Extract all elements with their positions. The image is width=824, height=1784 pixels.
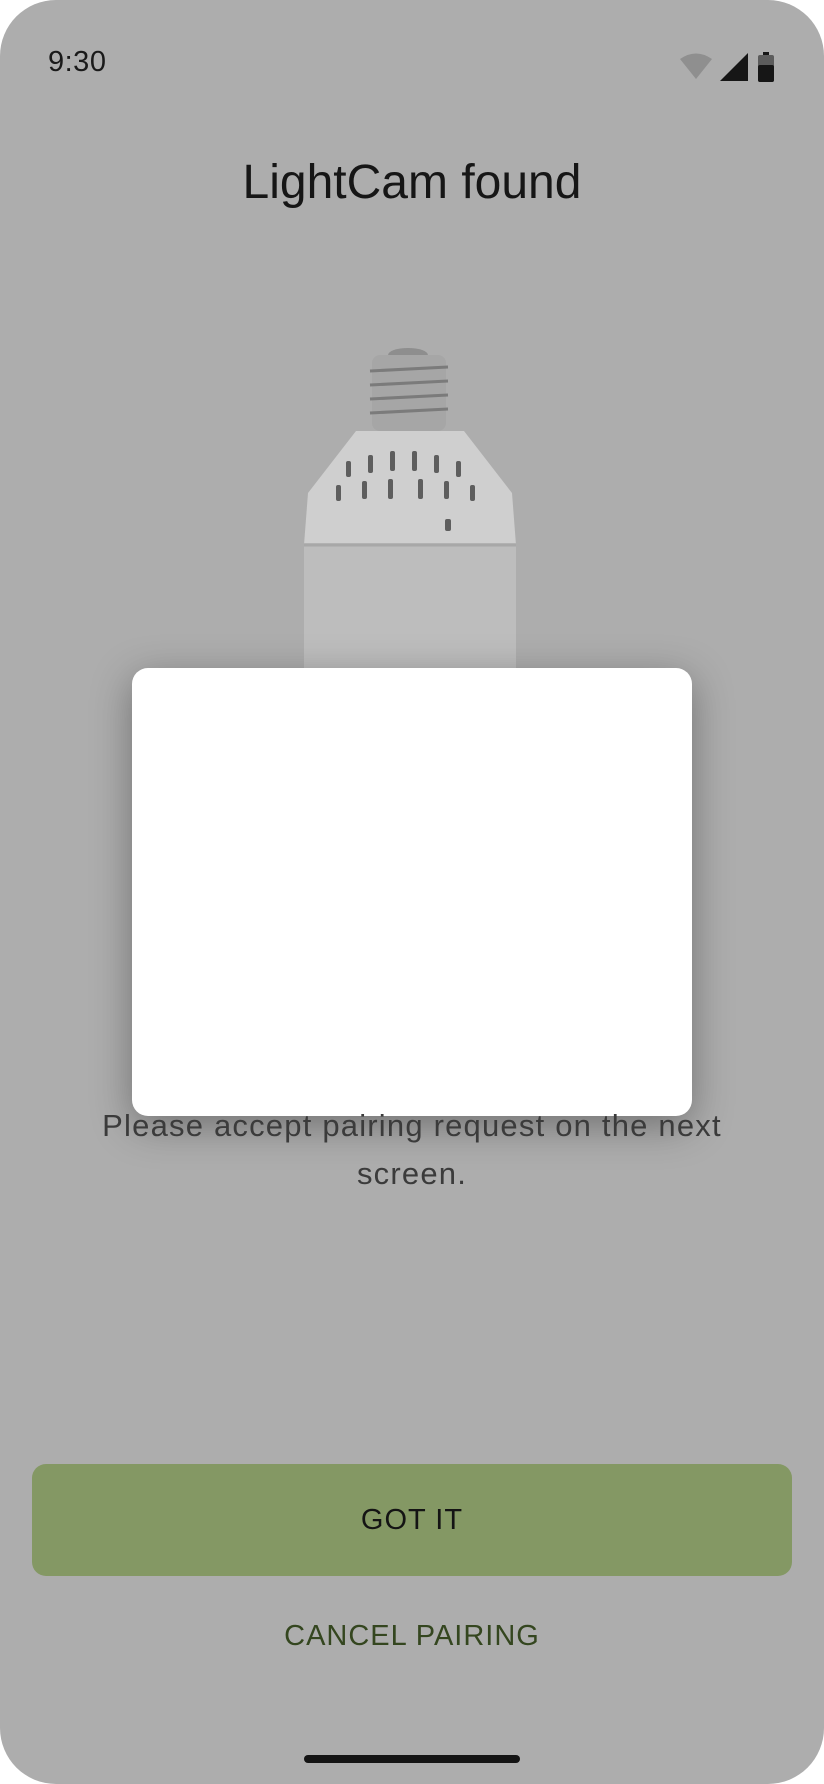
status-icons [680, 52, 774, 82]
got-it-button[interactable]: GOT IT [32, 1464, 792, 1576]
status-bar: 9:30 [0, 0, 824, 130]
pairing-instructions: Please accept pairing request on the nex… [102, 1108, 722, 1191]
wifi-icon [680, 53, 712, 79]
cancel-pairing-button[interactable]: CANCEL PAIRING [0, 1620, 824, 1653]
page-title: LightCam found [242, 156, 582, 209]
battery-icon [758, 52, 774, 82]
lightcam-bulb-image [304, 348, 516, 675]
pairing-dialog [132, 668, 692, 1116]
home-indicator[interactable] [304, 1755, 520, 1763]
status-time: 9:30 [48, 46, 107, 78]
cellular-signal-icon [720, 53, 748, 81]
phone-screen: 9:30 LightCam found Please accept pairin… [0, 0, 824, 1784]
